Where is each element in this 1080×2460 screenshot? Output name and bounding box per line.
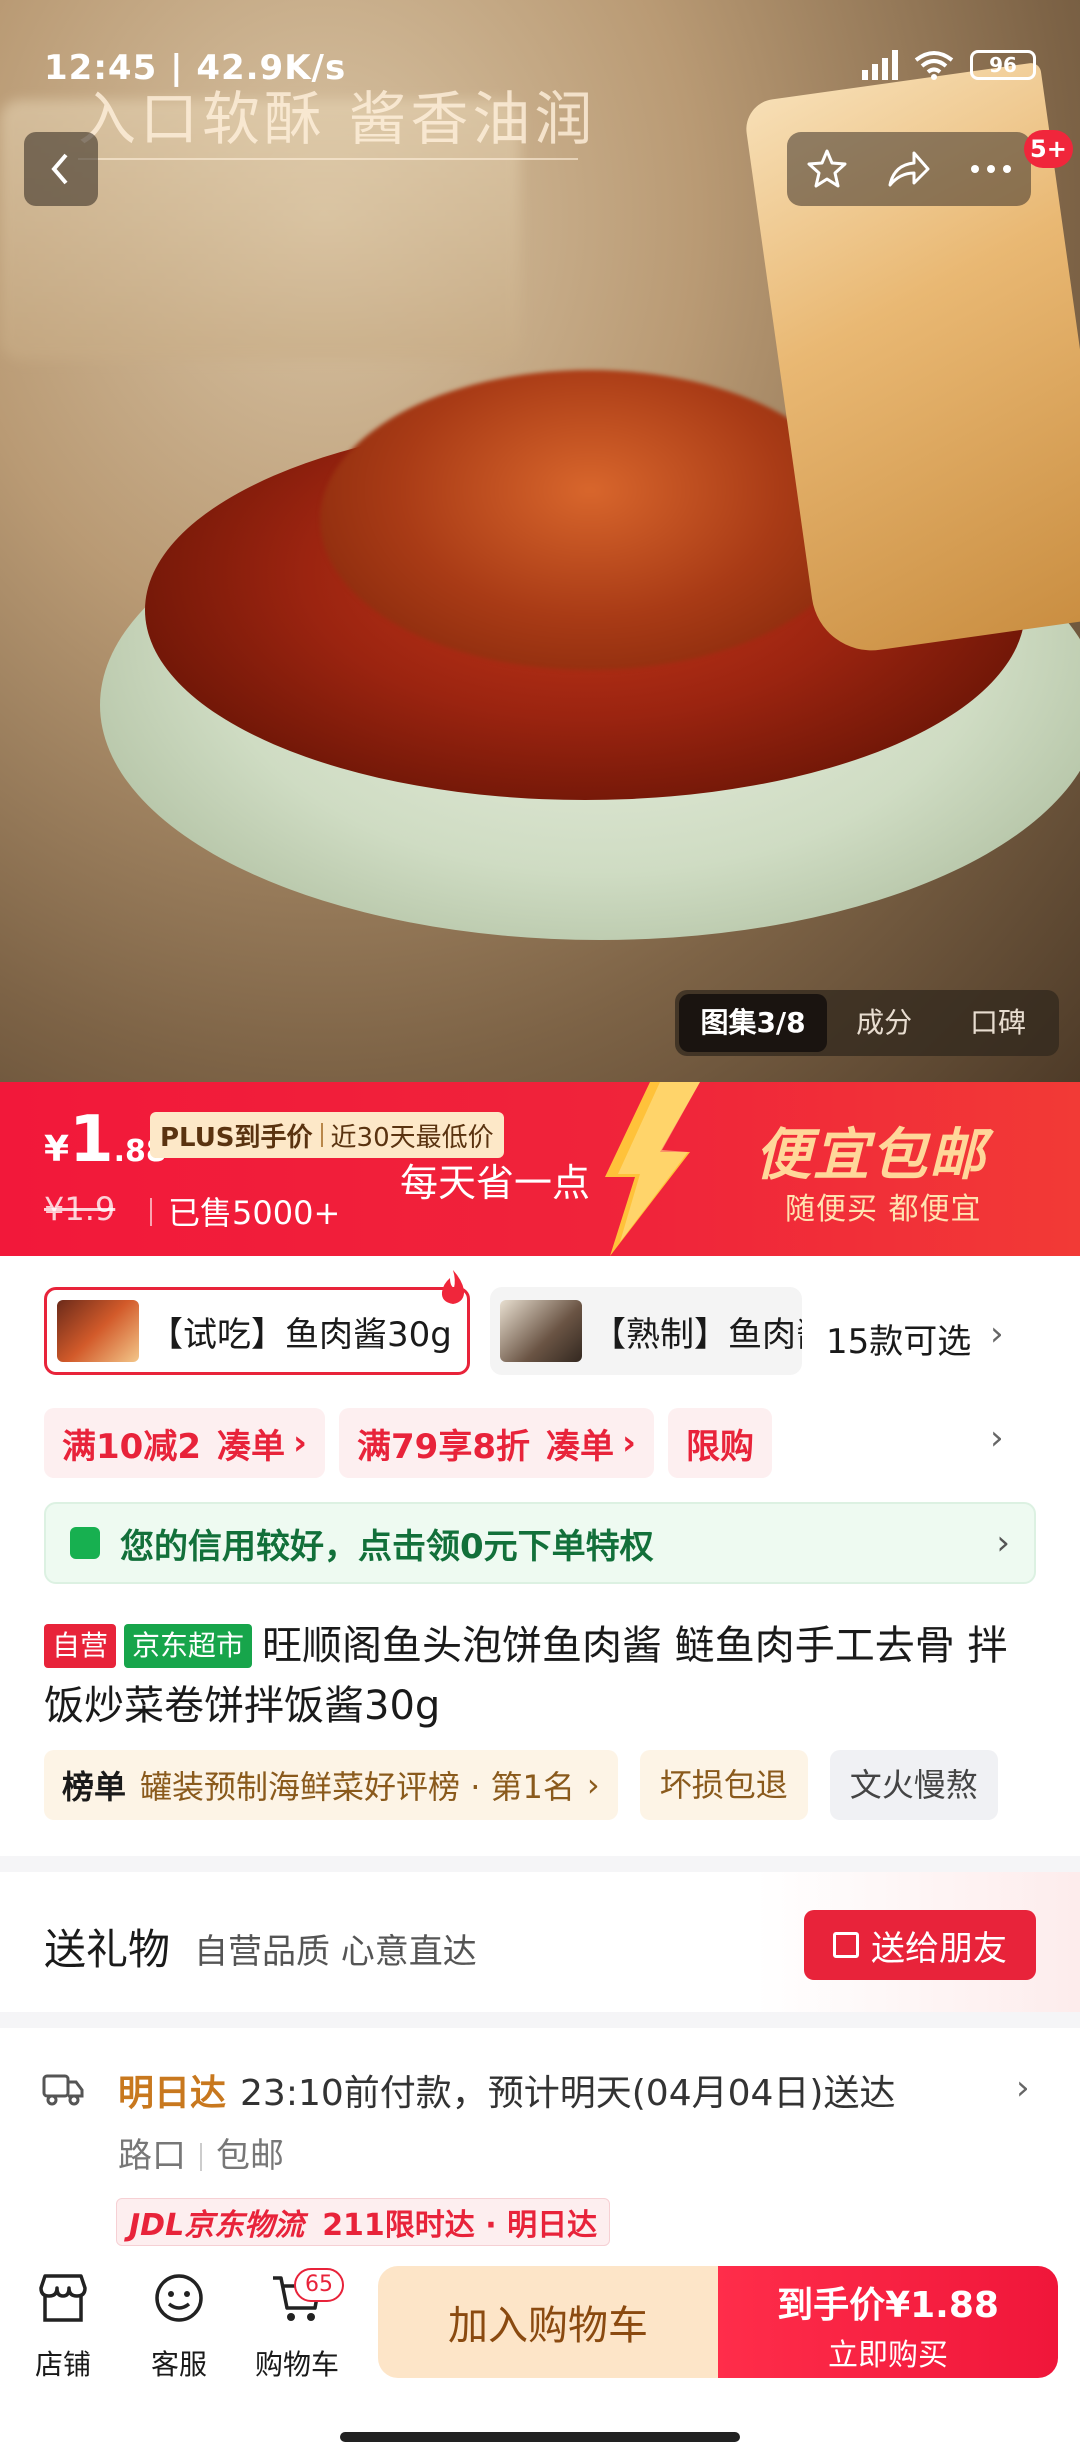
credit-text: 您的信用较好，点击领0元下单特权 (120, 1526, 654, 1567)
section-divider (0, 1856, 1080, 1872)
sold-count: 已售5000+ (168, 1194, 341, 1232)
plus-label: PLUS到手价 (160, 1122, 313, 1153)
chevron-right-icon: › (1016, 2068, 1030, 2108)
section-divider (0, 2012, 1080, 2028)
damage-return-chip: 坏损包退 (639, 1750, 808, 1820)
variant-thumbnail (57, 1300, 139, 1362)
promo-row: 满10减2 凑单 › 满79享8折 凑单 › 限购 (44, 1408, 772, 1478)
price-banner: ¥1.88 PLUS到手价 近30天最低价 ¥1.9 已售5000+ 每天省一点… (0, 1082, 1080, 1256)
add-to-cart-button[interactable]: 加入购物车 (378, 2266, 718, 2378)
rank-row: 榜单 罐装预制海鲜菜好评榜 · 第1名 › 坏损包退 文火慢熬 (44, 1750, 998, 1820)
shopping-bag-icon (70, 1527, 100, 1559)
back-icon (51, 153, 68, 185)
gift-title: 送礼物 (44, 1925, 171, 1974)
gift-icon (833, 1932, 859, 1958)
customer-service-button[interactable]: 客服 (134, 2270, 224, 2383)
hero-sauce-top (320, 370, 860, 670)
truck-icon (42, 2074, 84, 2106)
gift-section: 送礼物 自营品质 心意直达 送给朋友 (0, 1872, 1080, 2012)
promo-limit[interactable]: 限购 (668, 1408, 772, 1478)
promo-coupon-10-2[interactable]: 满10减2 凑单 › (44, 1408, 325, 1478)
original-price: ¥1.9 (44, 1190, 116, 1228)
signal-icon (862, 50, 898, 80)
slogan-sub: 随便买 都便宜 (785, 1192, 982, 1227)
lightning-decoration (605, 1082, 700, 1256)
share-icon[interactable] (886, 149, 932, 189)
tab-reviews[interactable]: 口碑 (941, 994, 1055, 1052)
current-price: ¥1.88 (44, 1103, 167, 1177)
send-gift-button[interactable]: 送给朋友 (804, 1910, 1036, 1980)
hero-overlay-underline (78, 158, 578, 160)
gift-subtitle: 自营品质 心意直达 (194, 1932, 477, 1972)
self-operated-tag: 自营 (44, 1624, 117, 1668)
battery-icon: 96 (970, 50, 1036, 80)
top-action-group (787, 132, 1031, 206)
next-day-tag: 明日达 (118, 2073, 227, 2114)
buy-now-label: 立即购买 (828, 2338, 948, 2373)
status-time: 12:45 | 42.9K/s (44, 48, 347, 88)
promo-79-discount[interactable]: 满79享8折 凑单 › (339, 1408, 654, 1478)
chevron-right-icon[interactable]: › (990, 1418, 1004, 1458)
delivery-address: 路口 包邮 (118, 2136, 284, 2176)
variant-trial[interactable]: 【试吃】鱼肉酱30g (44, 1287, 470, 1375)
buy-now-button[interactable]: 到手价¥1.88 立即购买 (718, 2266, 1058, 2378)
delivery-eta: 明日达 23:10前付款，预计明天(04月04日)送达 (118, 2073, 896, 2114)
more-variants-link[interactable]: 15款可选 (826, 1314, 971, 1363)
buy-now-price: 到手价¥1.88 (777, 2285, 999, 2326)
tab-ingredients[interactable]: 成分 (827, 994, 941, 1052)
credit-banner[interactable]: 您的信用较好，点击领0元下单特权 › (44, 1502, 1036, 1584)
slogan-daily: 每天省一点 (400, 1161, 591, 1205)
bottom-action-bar: 店铺 客服 购物车 65 加入购物车 到手价¥1.88 立即购买 (0, 2246, 1080, 2460)
star-icon[interactable] (805, 147, 849, 191)
variant-cooked[interactable]: 【熟制】鱼肉酱 (490, 1287, 802, 1375)
slow-cooked-chip: 文火慢熬 (829, 1750, 998, 1820)
jd-supermarket-tag: 京东超市 (124, 1624, 253, 1668)
gallery-tabs: 图集3/8 成分 口碑 (675, 990, 1059, 1056)
back-button[interactable] (24, 132, 98, 206)
slogan-cheap-free-ship: 便宜包邮 (755, 1123, 987, 1188)
status-icons: 96 (862, 50, 1036, 80)
more-icon[interactable] (969, 163, 1013, 175)
message-badge: 5+ (1024, 130, 1073, 168)
home-indicator[interactable] (340, 2432, 740, 2442)
shop-icon (39, 2274, 87, 2322)
variant-thumbnail (500, 1300, 582, 1362)
fire-icon (441, 1270, 465, 1304)
ranking-badge[interactable]: 榜单 罐装预制海鲜菜好评榜 · 第1名 › (44, 1750, 618, 1820)
chevron-right-icon: › (996, 1523, 1010, 1563)
service-icon (155, 2274, 203, 2322)
product-title: 自营 京东超市 旺顺阁鱼头泡饼鱼肉酱 鲢鱼肉手工去骨 拌饭炒菜卷饼拌饭酱30g (44, 1616, 1036, 1736)
chevron-right-icon[interactable]: › (990, 1314, 1004, 1354)
status-bar: 12:45 | 42.9K/s 96 (0, 0, 1080, 140)
lowest-price-label: 近30天最低价 (330, 1122, 494, 1153)
cart-count-badge: 65 (294, 2268, 344, 2302)
tab-gallery[interactable]: 图集3/8 (679, 994, 828, 1052)
jd-logistics-logo: JDL京东物流 (129, 2208, 305, 2243)
shop-button[interactable]: 店铺 (18, 2270, 108, 2383)
delivery-section[interactable]: 明日达 23:10前付款，预计明天(04月04日)送达 › 路口 包邮 JDL京东物… (0, 2028, 1080, 2268)
wifi-icon (914, 51, 954, 80)
jd-logistics-badge: JDL京东物流 211限时达 · 明日达 (116, 2198, 611, 2246)
